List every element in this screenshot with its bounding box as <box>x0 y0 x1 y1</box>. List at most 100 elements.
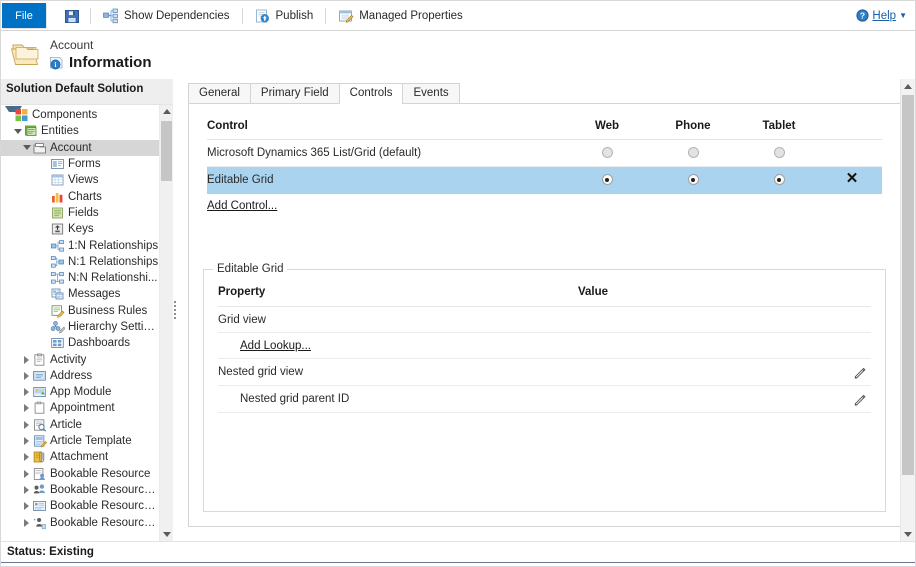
tab-controls[interactable]: Controls <box>338 83 404 104</box>
status-bar: Status: Existing <box>1 541 915 562</box>
tree-node-label: Bookable Resource ... <box>50 483 159 496</box>
tree-node-views[interactable]: Views <box>1 172 159 188</box>
tree-node-hierarchy-settin[interactable]: Hierarchy Settin... <box>1 319 159 335</box>
toolbar-separator-1 <box>90 7 91 24</box>
tree-node-app-module[interactable]: App Module <box>1 384 159 400</box>
add-lookup-link[interactable]: Add Lookup... <box>240 340 311 352</box>
property-value-cell <box>578 385 823 413</box>
page-scrollbar[interactable] <box>900 79 915 541</box>
chevron-right-icon[interactable] <box>21 502 32 511</box>
panel-bottom-spacer <box>180 527 915 541</box>
add-control-link[interactable]: Add Control... <box>207 200 277 212</box>
tree-node-label: Charts <box>68 190 102 203</box>
tree-node-address[interactable]: Address <box>1 368 159 384</box>
chevron-right-icon[interactable] <box>21 485 32 494</box>
chevron-right-icon[interactable] <box>21 518 32 527</box>
tab-label: General <box>199 87 240 99</box>
tab-general[interactable]: General <box>188 83 251 103</box>
tree-node-charts[interactable]: Charts <box>1 188 159 204</box>
tree-node-bookable-resource[interactable]: Bookable Resource ... <box>1 498 159 514</box>
sidebar-scroll-thumb[interactable] <box>161 121 172 181</box>
status-text: Status: Existing <box>7 546 94 558</box>
help-chevron-down-icon: ▼ <box>899 10 907 20</box>
solution-tree[interactable]: Components Entities Account Forms Views Chart… <box>1 105 159 541</box>
web-radio-button[interactable] <box>601 147 613 159</box>
edit-pencil-icon[interactable] <box>853 392 867 406</box>
web-radio-button[interactable] <box>601 174 613 186</box>
tree-node-business-rules[interactable]: Business Rules <box>1 303 159 319</box>
chevron-right-icon[interactable] <box>21 371 32 380</box>
tree-node-1-n-relationships[interactable]: 1:N Relationships <box>1 237 159 253</box>
chevron-right-icon[interactable] <box>21 355 32 364</box>
dependencies-icon <box>103 8 119 24</box>
chevron-right-icon[interactable] <box>21 453 32 462</box>
managed-properties-button[interactable]: Managed Properties <box>332 1 469 30</box>
tree-node-keys[interactable]: Keys <box>1 221 159 237</box>
phone-radio-button[interactable] <box>687 174 699 186</box>
help-button[interactable]: ? Help ▼ <box>856 9 907 22</box>
tree-node-n-n-relationshi[interactable]: N:N Relationshi... <box>1 270 159 286</box>
phone-radio-cell <box>650 166 736 194</box>
tree-node-entities[interactable]: Entities <box>1 123 159 139</box>
page-title: Information <box>69 53 152 71</box>
tree-node-dashboards[interactable]: Dashboards <box>1 335 159 351</box>
file-menu-button[interactable]: File <box>2 3 46 28</box>
edit-pencil-icon[interactable] <box>853 365 867 379</box>
sidebar-scrollbar[interactable] <box>159 105 173 541</box>
tab-primary-field[interactable]: Primary Field <box>249 83 340 103</box>
tablet-radio-button[interactable] <box>773 147 785 159</box>
help-label: Help <box>872 9 897 22</box>
tab-label: Events <box>413 87 449 99</box>
th-web: Web <box>564 118 650 140</box>
save-button[interactable] <box>60 1 84 30</box>
tree-node-fields[interactable]: Fields <box>1 205 159 221</box>
page-scroll-down-button[interactable] <box>901 527 915 541</box>
ribbon-right-area: ? Help ▼ <box>856 1 915 30</box>
tree-node-bookable-resource[interactable]: Bookable Resource <box>1 466 159 482</box>
page-scroll-thumb[interactable] <box>902 95 914 475</box>
show-dependencies-button[interactable]: Show Dependencies <box>97 1 236 30</box>
phone-radio-button[interactable] <box>687 147 699 159</box>
tree-node-messages[interactable]: Messages <box>1 286 159 302</box>
dashboards-icon <box>50 336 65 350</box>
information-icon: i <box>49 55 64 70</box>
chevron-right-icon[interactable] <box>21 388 32 397</box>
chevron-right-icon[interactable] <box>21 469 32 478</box>
property-action-cell <box>823 332 871 359</box>
control-row[interactable]: Editable Grid ✕ <box>207 166 882 194</box>
tree-node-article-template[interactable]: Article Template <box>1 433 159 449</box>
forms-icon <box>50 157 65 171</box>
controls-panel: Control Web Phone Tablet Microsoft Dynam… <box>188 103 901 527</box>
remove-control-close-icon[interactable]: ✕ <box>846 171 859 186</box>
publish-button[interactable]: Publish <box>249 1 320 30</box>
tablet-radio-button[interactable] <box>773 174 785 186</box>
tree-node-account[interactable]: Account <box>1 139 159 156</box>
th-control: Control <box>207 118 564 140</box>
chevron-down-icon[interactable] <box>12 128 23 134</box>
tree-node-activity[interactable]: Activity <box>1 351 159 367</box>
tab-label: Controls <box>349 87 393 99</box>
chevron-right-icon[interactable] <box>21 420 32 429</box>
tree-node-n-1-relationships[interactable]: N:1 Relationships <box>1 254 159 270</box>
tree-node-article[interactable]: Article <box>1 417 159 433</box>
tree-node-bookable-resource[interactable]: Bookable Resource ... <box>1 482 159 498</box>
page-scroll-up-button[interactable] <box>901 79 915 93</box>
property-name-cell: Nested grid parent ID <box>218 385 578 413</box>
control-row[interactable]: Microsoft Dynamics 365 List/Grid (defaul… <box>207 139 882 167</box>
chevron-right-icon[interactable] <box>21 404 32 413</box>
tree-node-bookable-resource[interactable]: Bookable Resource ... <box>1 514 159 530</box>
chevron-right-icon[interactable] <box>21 437 32 446</box>
hierarchy-settings-icon <box>50 320 66 334</box>
tree-node-label: App Module <box>50 386 112 399</box>
sidebar-scroll-down-button[interactable] <box>160 528 173 541</box>
property-action-cell <box>823 385 871 413</box>
chevron-down-icon[interactable] <box>21 145 32 151</box>
property-value-cell <box>578 358 823 386</box>
tree-node-components[interactable]: Components <box>1 107 159 123</box>
tab-events[interactable]: Events <box>402 83 460 103</box>
tree-node-attachment[interactable]: Attachment <box>1 449 159 465</box>
tree-node-appointment[interactable]: Appointment <box>1 400 159 416</box>
tree-node-forms[interactable]: Forms <box>1 156 159 172</box>
sidebar-scroll-up-button[interactable] <box>160 105 173 118</box>
one-to-many-icon <box>50 239 65 253</box>
